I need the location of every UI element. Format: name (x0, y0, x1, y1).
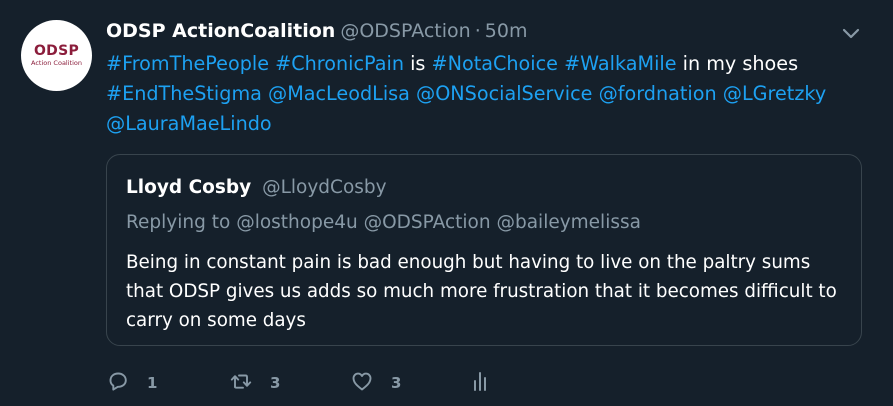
tweet-timestamp[interactable]: 50m (485, 20, 528, 42)
analytics-icon (469, 369, 493, 397)
more-options-chevron-down-icon[interactable] (840, 24, 862, 44)
header-separator: · (474, 20, 481, 42)
like-count: 3 (391, 374, 402, 392)
quoted-author-handle: @LloydCosby (262, 177, 387, 198)
mention-link[interactable]: @MacLeodLisa (268, 82, 410, 105)
avatar-logo-main: ODSP (33, 42, 80, 59)
quoted-tweet-text: Being in constant pain is bad enough but… (126, 252, 837, 331)
author-handle[interactable]: @ODSPAction (340, 20, 470, 42)
replying-mention: @losthope4u (236, 212, 358, 233)
tweet-header: ODSP ActionCoalition @ODSPAction · 50m (106, 20, 527, 44)
mention-link[interactable]: @LGretzky (723, 82, 826, 105)
like-button[interactable]: 3 (350, 366, 401, 400)
retweet-button[interactable]: 3 (229, 366, 280, 400)
like-icon (350, 369, 374, 397)
tweet-text-fragment: in my shoes (676, 52, 799, 75)
retweet-count: 3 (270, 374, 281, 392)
hashtag-link[interactable]: #FromThePeople (106, 52, 269, 75)
quoted-author-name: Lloyd Cosby (126, 177, 252, 198)
quoted-tweet-header: Lloyd Cosby @LloydCosby (126, 177, 387, 198)
tweet-text-fragment: is (404, 52, 432, 75)
mention-link[interactable]: @fordnation (599, 82, 717, 105)
reply-icon (106, 369, 130, 397)
quoted-tweet[interactable]: Lloyd Cosby @LloydCosby Replying to @los… (106, 154, 862, 346)
avatar-logo-sub: Action Coalition (31, 58, 82, 67)
retweet-icon (229, 369, 253, 397)
replying-mention: @ODSPAction (363, 212, 491, 233)
tweet-text: #FromThePeople #ChronicPain is #NotaChoi… (106, 49, 866, 139)
hashtag-link[interactable]: #NotaChoice (432, 52, 558, 75)
quoted-replying-to: Replying to @losthope4u @ODSPAction @bai… (126, 212, 641, 233)
replying-to-label: Replying to (126, 212, 231, 233)
reply-button[interactable]: 1 (106, 366, 157, 400)
tweet[interactable]: ODSP Action Coalition ODSP ActionCoaliti… (0, 0, 893, 406)
hashtag-link[interactable]: #WalkaMile (564, 52, 676, 75)
avatar[interactable]: ODSP Action Coalition (21, 20, 92, 91)
hashtag-link[interactable]: #EndTheStigma (106, 82, 262, 105)
reply-count: 1 (147, 374, 158, 392)
analytics-button[interactable] (469, 366, 493, 400)
replying-mention: @baileymelissa (496, 212, 641, 233)
author-name[interactable]: ODSP ActionCoalition (106, 20, 335, 42)
hashtag-link[interactable]: #ChronicPain (275, 52, 404, 75)
mention-link[interactable]: @ONSocialService (416, 82, 592, 105)
mention-link[interactable]: @LauraMaeLindo (106, 112, 272, 135)
